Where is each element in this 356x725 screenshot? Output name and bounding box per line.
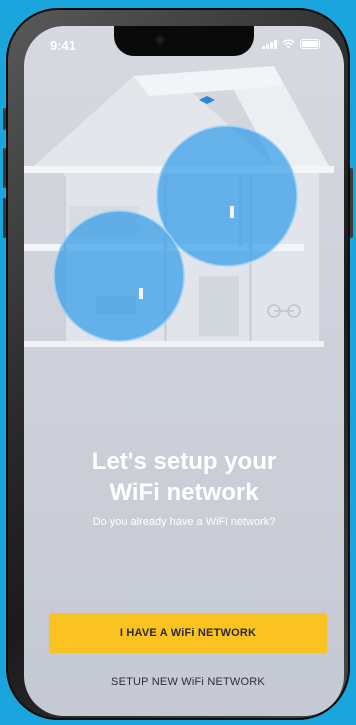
signal-icon <box>262 39 277 49</box>
coverage-circle-lower <box>53 210 185 342</box>
onboarding-subtitle: Do you already have a WiFi network? <box>92 516 276 528</box>
house-coverage-illustration <box>24 66 334 347</box>
volume-down-button <box>3 198 6 238</box>
title-line-1: Let's setup your <box>91 448 277 475</box>
status-icons <box>262 39 320 49</box>
wifi-icon <box>282 39 295 49</box>
coverage-circle-upper <box>156 125 298 267</box>
setup-new-wifi-network-button[interactable]: SETUP NEW WiFi NETWORK <box>49 671 327 693</box>
title-line-2: WiFi network <box>109 479 259 506</box>
volume-up-button <box>3 148 6 188</box>
router-lower-icon <box>139 288 143 299</box>
power-button <box>350 168 353 238</box>
have-wifi-network-button[interactable]: I HAVE A WiFi NETWORK <box>49 613 327 653</box>
silent-switch <box>3 108 6 130</box>
status-time: 9:41 <box>50 38 77 53</box>
screen: 9:41 Let's setup your WiFi network Do yo… <box>24 26 344 716</box>
setup-new-wifi-network-label: SETUP NEW WiFi NETWORK <box>111 676 265 688</box>
battery-icon <box>300 39 320 49</box>
notch <box>114 26 254 56</box>
onboarding-title: Let's setup your WiFi network <box>24 446 344 508</box>
have-wifi-network-label: I HAVE A WiFi NETWORK <box>119 627 257 639</box>
front-camera <box>156 36 164 44</box>
phone-frame: 9:41 Let's setup your WiFi network Do yo… <box>3 8 353 720</box>
router-upper-icon <box>230 206 234 218</box>
